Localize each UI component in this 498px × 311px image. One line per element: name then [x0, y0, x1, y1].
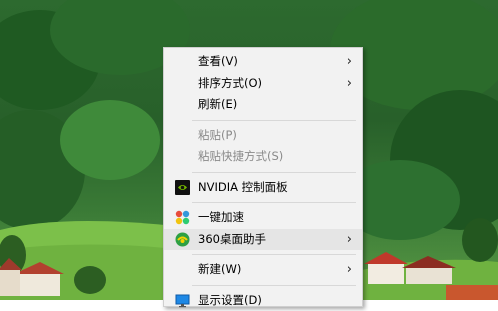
menu-item-sort-by-label: 排序方式(O)	[198, 76, 262, 90]
menu-item-paste-shortcut-label: 粘贴快捷方式(S)	[198, 149, 283, 163]
menu-separator	[192, 254, 356, 255]
menu-item-360-label: 360桌面助手	[198, 232, 266, 246]
menu-item-display-settings[interactable]: 显示设置(D)	[164, 290, 362, 311]
submenu-arrow-icon: ›	[347, 259, 352, 281]
menu-item-refresh[interactable]: 刷新(E)	[164, 94, 362, 116]
menu-separator	[192, 285, 356, 286]
menu-separator	[192, 120, 356, 121]
menu-item-paste-shortcut: 粘贴快捷方式(S)	[164, 146, 362, 168]
menu-item-view-label: 查看(V)	[198, 54, 238, 68]
menu-separator	[192, 172, 356, 173]
menu-item-new-label: 新建(W)	[198, 262, 241, 276]
menu-item-nvidia-label: NVIDIA 控制面板	[198, 180, 288, 194]
menu-item-nvidia-control-panel[interactable]: NVIDIA 控制面板	[164, 177, 362, 199]
speedup-icon	[175, 210, 190, 225]
menu-item-refresh-label: 刷新(E)	[198, 97, 237, 111]
submenu-arrow-icon: ›	[347, 229, 352, 251]
menu-item-one-key-speedup[interactable]: 一键加速	[164, 207, 362, 229]
360-icon	[175, 232, 190, 247]
nvidia-icon	[175, 180, 190, 195]
menu-item-paste: 粘贴(P)	[164, 125, 362, 147]
menu-item-speedup-label: 一键加速	[198, 210, 244, 224]
menu-separator	[192, 202, 356, 203]
menu-item-view[interactable]: 查看(V) ›	[164, 51, 362, 73]
menu-item-sort-by[interactable]: 排序方式(O) ›	[164, 73, 362, 95]
desktop-context-menu: 查看(V) › 排序方式(O) › 刷新(E) 粘贴(P) 粘贴快捷方式(S) …	[163, 47, 363, 307]
submenu-arrow-icon: ›	[347, 51, 352, 73]
menu-item-paste-label: 粘贴(P)	[198, 128, 237, 142]
submenu-arrow-icon: ›	[347, 73, 352, 95]
menu-item-360-desktop-helper[interactable]: 360桌面助手 ›	[164, 229, 362, 251]
menu-item-new[interactable]: 新建(W) ›	[164, 259, 362, 281]
display-icon	[175, 293, 190, 308]
